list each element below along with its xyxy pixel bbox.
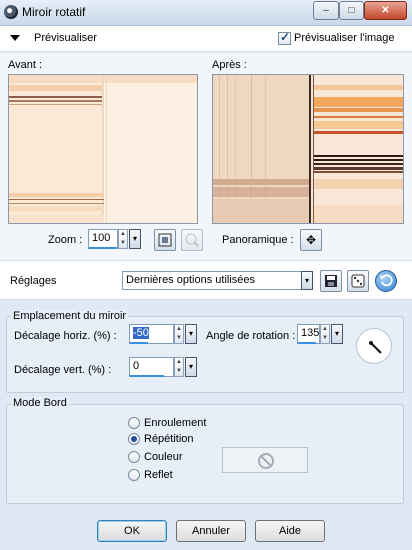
preview-image-label[interactable]: Prévisualiser l'image xyxy=(294,32,395,44)
horiz-offset-input[interactable]: -50 xyxy=(129,324,174,344)
pan-label: Panoramique : xyxy=(222,234,294,246)
zoom-spinner[interactable]: ▲ ▼ xyxy=(118,229,128,249)
zoom-label: Zoom : xyxy=(48,234,83,246)
vert-offset-spinner[interactable]: ▲ ▼ xyxy=(174,357,184,377)
radio-wrap-label[interactable]: Enroulement xyxy=(144,417,206,429)
randomize-dice-icon[interactable] xyxy=(347,270,369,292)
radio-color[interactable] xyxy=(128,451,140,463)
radio-repeat-label[interactable]: Répétition xyxy=(144,433,194,445)
close-button[interactable]: ✕ xyxy=(364,1,407,20)
collapse-triangle-icon[interactable] xyxy=(10,35,20,41)
edge-mode-legend: Mode Bord xyxy=(11,397,69,409)
horiz-offset-label: Décalage horiz. (%) : xyxy=(14,330,117,342)
preset-select[interactable]: Dernières options utilisées xyxy=(122,271,304,290)
preset-dropdown-button[interactable]: ▾ xyxy=(301,271,313,290)
window-title: Miroir rotatif xyxy=(22,5,86,19)
maximize-button[interactable]: □ xyxy=(339,1,364,20)
save-icon[interactable] xyxy=(320,270,342,292)
dice-glyph xyxy=(351,274,365,288)
radio-wrap[interactable] xyxy=(128,417,140,429)
rotation-angle-input[interactable]: 135 xyxy=(297,324,320,344)
move-icon[interactable]: ✥ xyxy=(300,229,322,251)
radio-reflect-label[interactable]: Reflet xyxy=(144,469,173,481)
magnifier-glyph xyxy=(185,233,199,247)
radio-repeat[interactable] xyxy=(128,433,140,445)
zoom-slider[interactable] xyxy=(89,247,117,249)
vert-offset-label: Décalage vert. (%) : xyxy=(14,364,112,376)
floppy-glyph xyxy=(325,275,337,287)
vert-offset-slider[interactable] xyxy=(130,375,164,377)
help-button[interactable]: Aide xyxy=(255,520,325,542)
horiz-offset-spinner[interactable]: ▲ ▼ xyxy=(174,324,184,344)
after-label: Après : xyxy=(212,59,247,71)
no-color-icon xyxy=(258,453,274,469)
mirror-location-legend: Emplacement du miroir xyxy=(11,310,129,322)
horiz-offset-value: -50 xyxy=(133,327,149,339)
minimize-button[interactable]: – xyxy=(313,1,339,20)
mirror-location-group xyxy=(6,316,404,393)
fit-window-glyph xyxy=(158,233,172,247)
vert-offset-dropdown[interactable]: ▾ xyxy=(185,357,197,377)
zoom-dropdown-button[interactable]: ▾ xyxy=(129,229,141,249)
radio-reflect[interactable] xyxy=(128,469,140,481)
fit-window-icon[interactable] xyxy=(154,229,176,251)
rotation-angle-label: Angle de rotation : xyxy=(206,330,296,342)
horiz-offset-slider[interactable] xyxy=(130,342,148,344)
reset-arrow-glyph xyxy=(380,274,393,287)
cancel-button[interactable]: Annuler xyxy=(176,520,246,542)
zoom-input[interactable]: 100 xyxy=(88,229,118,249)
radio-color-label[interactable]: Couleur xyxy=(144,451,183,463)
app-icon xyxy=(4,5,18,19)
ok-button[interactable]: OK xyxy=(97,520,167,542)
after-preview xyxy=(212,74,404,224)
rotation-angle-spinner[interactable]: ▲ ▼ xyxy=(320,324,330,344)
rotation-dial[interactable] xyxy=(356,328,392,364)
reset-icon[interactable] xyxy=(375,270,397,292)
rotation-angle-slider[interactable] xyxy=(298,342,316,344)
color-swatch-disabled[interactable] xyxy=(222,447,308,473)
before-image xyxy=(9,75,197,223)
dial-needle-glyph xyxy=(369,341,382,354)
settings-label: Réglages xyxy=(10,275,57,287)
before-preview xyxy=(8,74,198,224)
vert-offset-input[interactable]: 0 xyxy=(129,357,174,377)
zoom-actual-icon[interactable] xyxy=(181,229,203,251)
after-image xyxy=(213,75,403,223)
horiz-offset-dropdown[interactable]: ▾ xyxy=(185,324,197,344)
preview-toggle-label[interactable]: Prévisualiser xyxy=(34,32,97,44)
preview-image-checkbox[interactable] xyxy=(278,30,291,45)
before-label: Avant : xyxy=(8,59,43,71)
rotation-angle-dropdown[interactable]: ▾ xyxy=(331,324,343,344)
